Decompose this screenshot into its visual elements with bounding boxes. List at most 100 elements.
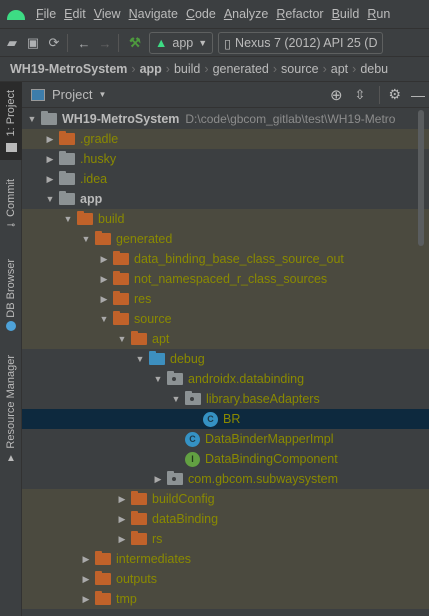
tree-row[interactable]: ▼ app — [22, 189, 429, 209]
tree-row[interactable]: ▼ source — [22, 309, 429, 329]
expand-arrow-icon[interactable]: ▼ — [59, 214, 77, 224]
collapsed-arrow-icon[interactable]: ▶ — [149, 474, 167, 485]
collapsed-arrow-icon[interactable]: ▶ — [113, 514, 131, 525]
tab-db-browser[interactable]: DB Browser — [0, 250, 22, 340]
menu-edit[interactable]: Edit — [64, 7, 86, 21]
tree-row[interactable]: ▶ com.gbcom.subwaysystem — [22, 469, 429, 489]
breadcrumb-item[interactable]: generated — [213, 62, 269, 76]
tree-row[interactable]: ▶ not_namespaced_r_class_sources — [22, 269, 429, 289]
tab-commit[interactable]: Commit ⊸ — [0, 174, 22, 236]
gear-icon[interactable]: ⚙ — [388, 86, 401, 103]
sync-icon[interactable]: ⟳ — [45, 33, 63, 53]
tree-row-root[interactable]: ▼ WH19-MetroSystem D:\code\gbcom_gitlab\… — [22, 109, 429, 129]
package-icon — [167, 471, 183, 485]
chevron-right-icon: › — [352, 62, 357, 76]
folder-icon — [131, 491, 147, 505]
expand-arrow-icon[interactable]: ▼ — [149, 374, 167, 384]
back-arrow-icon[interactable]: ← — [75, 33, 93, 53]
collapsed-arrow-icon[interactable]: ▶ — [113, 534, 131, 545]
tree-label: generated — [116, 232, 173, 246]
menu-view[interactable]: View — [94, 7, 121, 21]
forward-arrow-icon[interactable]: → — [96, 33, 114, 53]
tree-row[interactable]: ▼ androidx.databinding — [22, 369, 429, 389]
collapsed-arrow-icon[interactable]: ▶ — [95, 294, 113, 305]
tree-label: not_namespaced_r_class_sources — [134, 272, 328, 286]
tree-row[interactable]: ▼ debug — [22, 349, 429, 369]
tree-label: data_binding_base_class_source_out — [134, 252, 344, 266]
tree-label: DataBindingComponent — [205, 452, 338, 466]
folder-icon — [95, 231, 111, 245]
menu-file[interactable]: File — [36, 7, 56, 21]
folder-icon — [113, 251, 129, 265]
tree-row[interactable]: ▶ dataBinding — [22, 509, 429, 529]
tree-row[interactable]: ▶ .gradle — [22, 129, 429, 149]
project-view-select[interactable]: Project — [52, 87, 92, 102]
locate-icon[interactable]: ⊕ — [330, 86, 343, 104]
collapsed-arrow-icon[interactable]: ▶ — [41, 174, 59, 185]
menu-refactor[interactable]: Refactor — [276, 7, 323, 21]
root-path: D:\code\gbcom_gitlab\test\WH19-Metro — [185, 112, 396, 126]
tree-row[interactable]: ▼ build — [22, 209, 429, 229]
breadcrumb-item[interactable]: WH19-MetroSystem — [10, 62, 127, 76]
expand-arrow-icon[interactable]: ▼ — [113, 334, 131, 344]
collapsed-arrow-icon[interactable]: ▶ — [41, 134, 59, 145]
expand-arrow-icon[interactable]: ▼ — [77, 234, 95, 244]
folder-icon — [131, 331, 147, 345]
collapsed-arrow-icon[interactable]: ▶ — [77, 574, 95, 585]
tree-label: DataBinderMapperImpl — [205, 432, 334, 446]
tree-row[interactable]: I DataBindingComponent — [22, 449, 429, 469]
tree-row[interactable]: ▼ library.baseAdapters — [22, 389, 429, 409]
tab-resource-manager[interactable]: Resource Manager ▲ — [0, 352, 22, 467]
tree-row-selected[interactable]: C BR — [22, 409, 429, 429]
menu-navigate[interactable]: Navigate — [129, 7, 178, 21]
device-select[interactable]: ▯ Nexus 7 (2012) API 25 (D — [218, 32, 384, 54]
menu-analyze[interactable]: Analyze — [224, 7, 268, 21]
collapsed-arrow-icon[interactable]: ▶ — [95, 274, 113, 285]
open-folder-icon[interactable]: ▰ — [3, 33, 21, 53]
tree-row[interactable]: ▶ data_binding_base_class_source_out — [22, 249, 429, 269]
collapsed-arrow-icon[interactable]: ▶ — [41, 154, 59, 165]
run-config-select[interactable]: ▲ app ▼ — [149, 32, 214, 54]
menu-code[interactable]: Code — [186, 7, 216, 21]
tree-row[interactable]: ▶ res — [22, 289, 429, 309]
tree-row[interactable]: ▶ outputs — [22, 569, 429, 589]
folder-icon — [59, 131, 75, 145]
tree-row[interactable]: ▶ .husky — [22, 149, 429, 169]
tree-label: rs — [152, 532, 163, 546]
tree-row[interactable]: ▼ apt — [22, 329, 429, 349]
breadcrumb-item[interactable]: debu — [360, 62, 388, 76]
menu-run[interactable]: Run — [367, 7, 390, 21]
tree-row[interactable]: ▶ intermediates — [22, 549, 429, 569]
tree-row[interactable]: ▶ rs — [22, 529, 429, 549]
collapsed-arrow-icon[interactable]: ▶ — [77, 554, 95, 565]
tree-row[interactable]: ▼ generated — [22, 229, 429, 249]
breadcrumb-item[interactable]: source — [281, 62, 319, 76]
breadcrumb-item[interactable]: apt — [331, 62, 348, 76]
breadcrumb-item[interactable]: build — [174, 62, 200, 76]
hammer-build-icon[interactable]: ⚒ — [126, 33, 144, 53]
tree-label: tmp — [116, 592, 137, 606]
menu-build[interactable]: Build — [332, 7, 360, 21]
breadcrumb-item[interactable]: app — [140, 62, 162, 76]
android-icon: ▲ — [155, 36, 168, 50]
collapse-all-icon[interactable]: ⇳ — [355, 87, 366, 103]
tab-project[interactable]: 1: Project — [0, 82, 22, 160]
expand-arrow-icon[interactable]: ▼ — [23, 114, 41, 124]
tree-row[interactable]: ▶ buildConfig — [22, 489, 429, 509]
tree-row[interactable]: ▶ .idea — [22, 169, 429, 189]
collapsed-arrow-icon[interactable]: ▶ — [113, 494, 131, 505]
chevron-right-icon: › — [322, 62, 327, 76]
expand-arrow-icon[interactable]: ▼ — [41, 194, 59, 204]
save-icon[interactable]: ▣ — [24, 33, 42, 53]
collapsed-arrow-icon[interactable]: ▶ — [77, 594, 95, 605]
class-icon: C — [185, 431, 200, 447]
expand-arrow-icon[interactable]: ▼ — [167, 394, 185, 404]
tree-row[interactable]: ▶ tmp — [22, 589, 429, 609]
vertical-scrollbar[interactable] — [418, 110, 424, 246]
collapsed-arrow-icon[interactable]: ▶ — [95, 254, 113, 265]
expand-arrow-icon[interactable]: ▼ — [95, 314, 113, 324]
minimize-icon[interactable]: — — [411, 87, 425, 103]
chevron-down-icon[interactable]: ▼ — [98, 90, 106, 99]
tree-row[interactable]: C DataBinderMapperImpl — [22, 429, 429, 449]
expand-arrow-icon[interactable]: ▼ — [131, 354, 149, 364]
